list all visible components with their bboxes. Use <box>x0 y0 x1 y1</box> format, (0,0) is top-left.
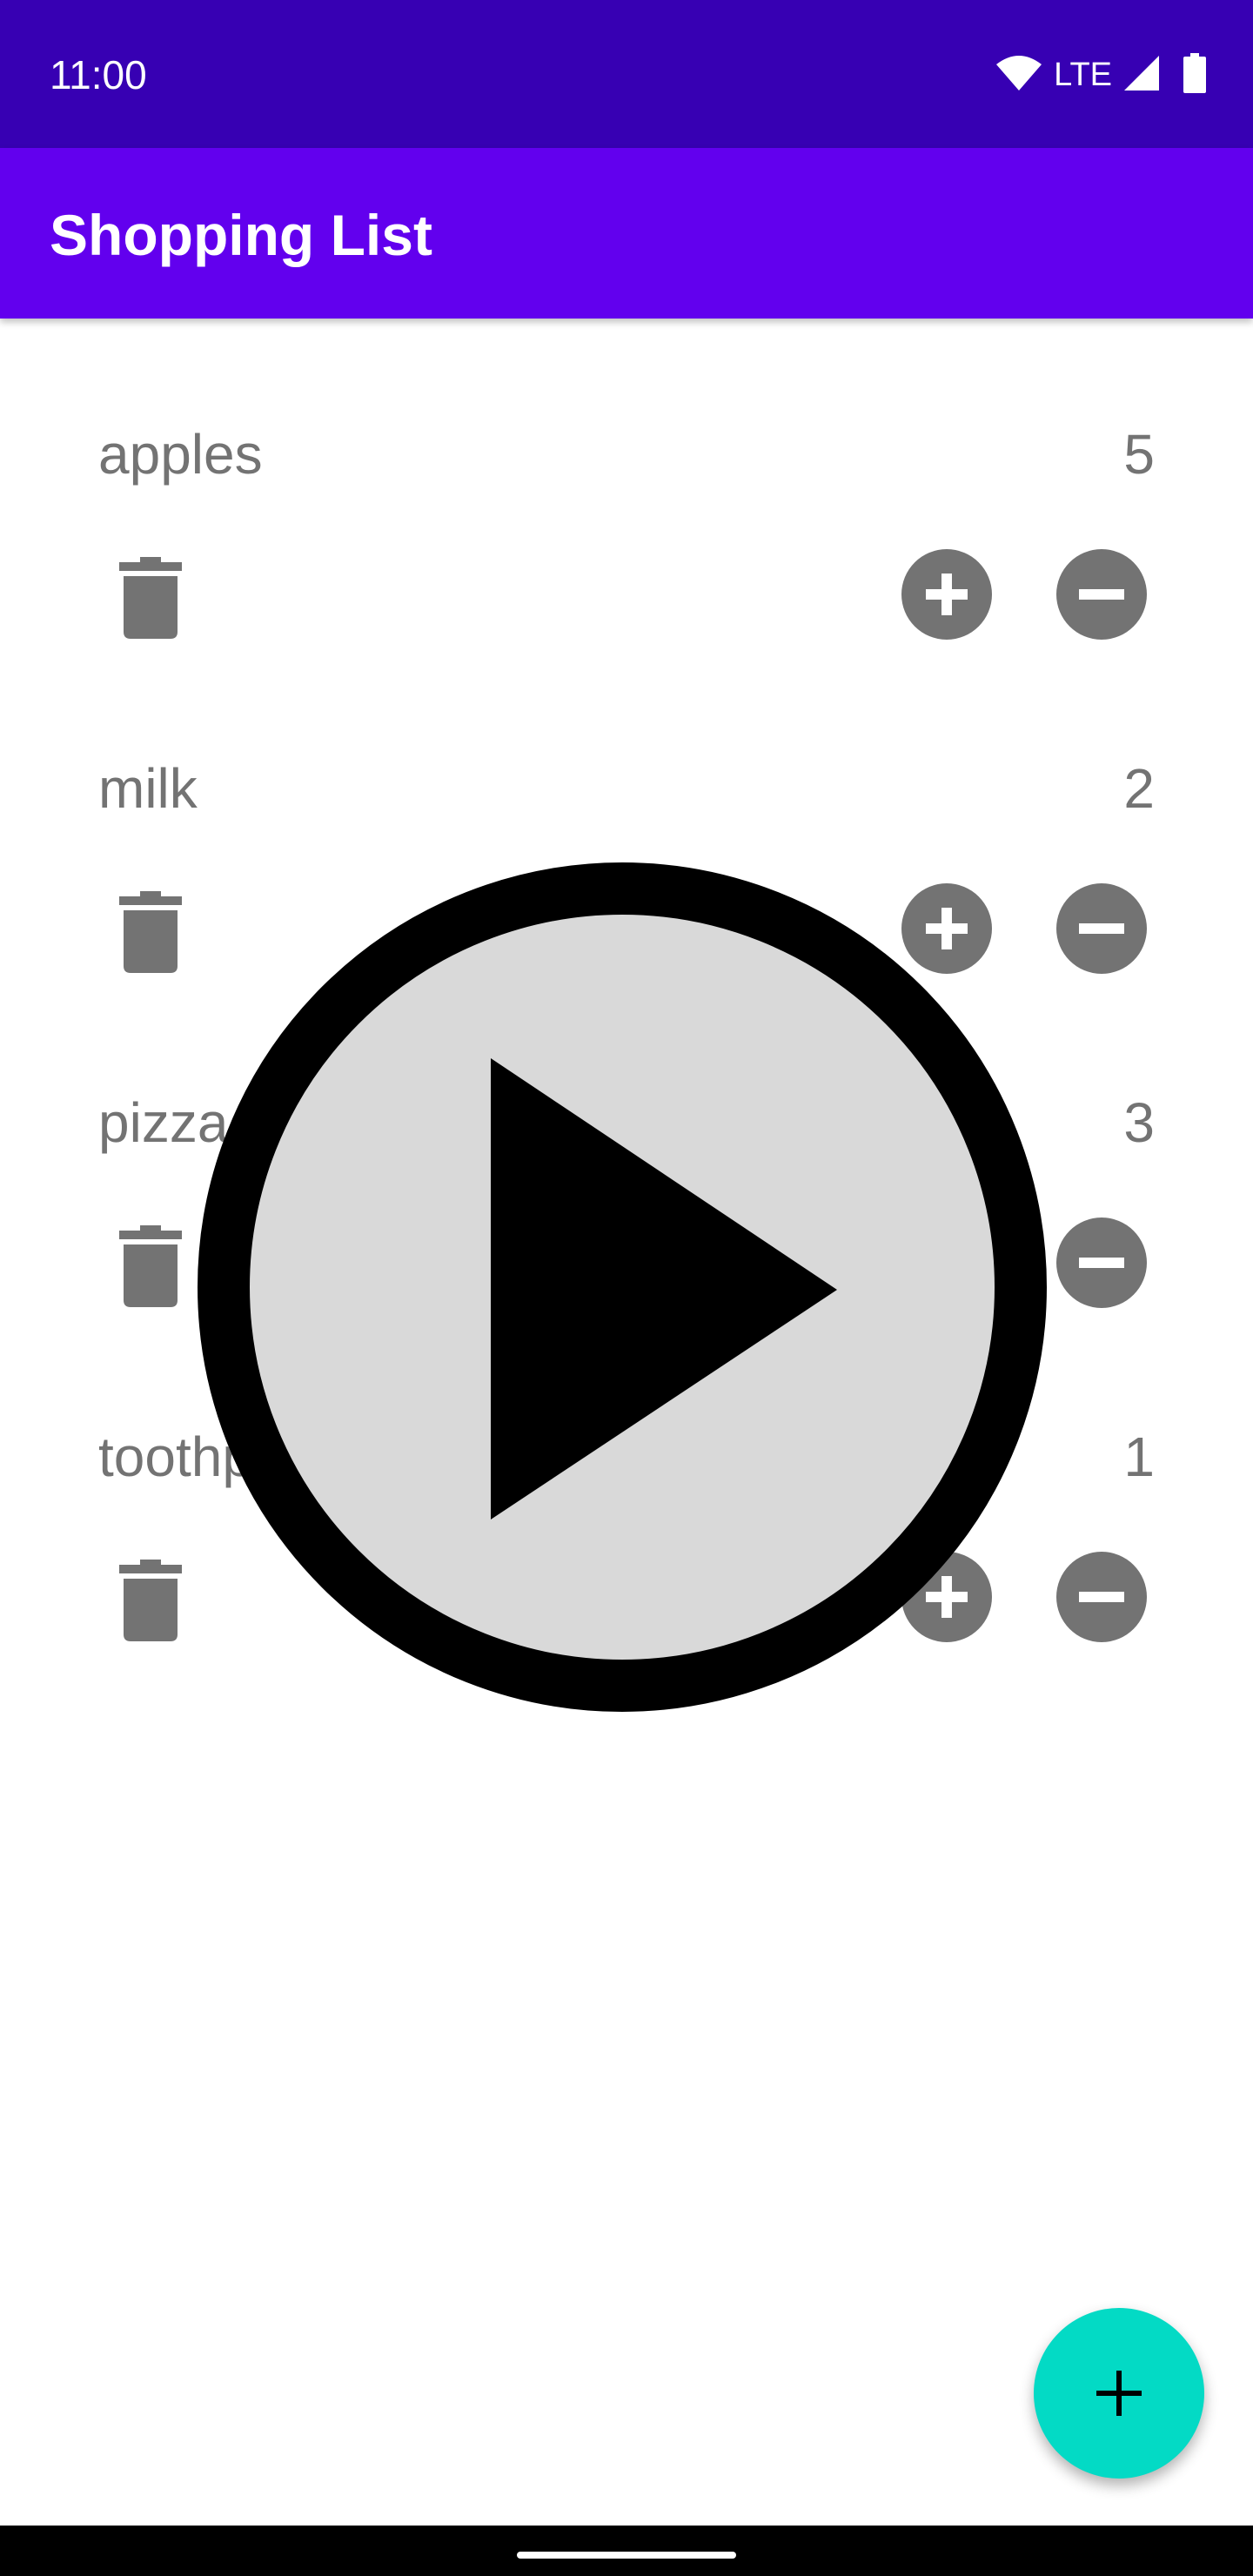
play-button[interactable] <box>198 862 1047 1712</box>
play-icon <box>198 862 1047 1712</box>
network-type-label: LTE <box>1054 57 1112 93</box>
delete-button[interactable] <box>111 889 190 976</box>
decrease-button[interactable] <box>1056 1218 1147 1308</box>
trash-icon <box>119 1560 182 1641</box>
decrease-button[interactable] <box>1056 549 1147 640</box>
status-bar: 11:00 LTE <box>0 0 1253 148</box>
item-quantity: 2 <box>1123 757 1155 820</box>
increase-button[interactable] <box>901 549 992 640</box>
app-bar: Shopping List <box>0 148 1253 319</box>
add-item-button[interactable] <box>1034 2308 1204 2479</box>
screen: 11:00 LTE Shopping List apples 5 milk 2 … <box>0 0 1253 2576</box>
status-icons: LTE <box>995 52 1206 97</box>
minus-circle-icon <box>1079 589 1124 600</box>
item-name: milk <box>98 757 198 820</box>
battery-icon <box>1183 52 1206 97</box>
minus-circle-icon <box>1079 1258 1124 1268</box>
plus-icon <box>1096 2371 1142 2416</box>
status-time: 11:00 <box>50 52 147 97</box>
item-name: apples <box>98 423 263 486</box>
item-quantity: 1 <box>1123 1426 1155 1488</box>
home-gesture-handle[interactable] <box>517 2552 736 2559</box>
item-quantity: 5 <box>1123 423 1155 486</box>
trash-icon <box>119 1225 182 1307</box>
page-title: Shopping List <box>50 203 432 267</box>
minus-circle-icon <box>1079 923 1124 934</box>
minus-circle-icon <box>1079 1592 1124 1602</box>
delete-button[interactable] <box>111 1557 190 1644</box>
delete-button[interactable] <box>111 554 190 641</box>
delete-button[interactable] <box>111 1223 190 1310</box>
signal-icon <box>1122 54 1161 97</box>
trash-icon <box>119 557 182 639</box>
decrease-button[interactable] <box>1056 1552 1147 1642</box>
plus-circle-icon <box>926 574 968 615</box>
wifi-icon <box>995 54 1043 97</box>
decrease-button[interactable] <box>1056 883 1147 974</box>
list-item: apples 5 <box>0 319 1253 653</box>
item-quantity: 3 <box>1123 1091 1155 1154</box>
navigation-bar <box>0 2526 1253 2576</box>
trash-icon <box>119 891 182 973</box>
